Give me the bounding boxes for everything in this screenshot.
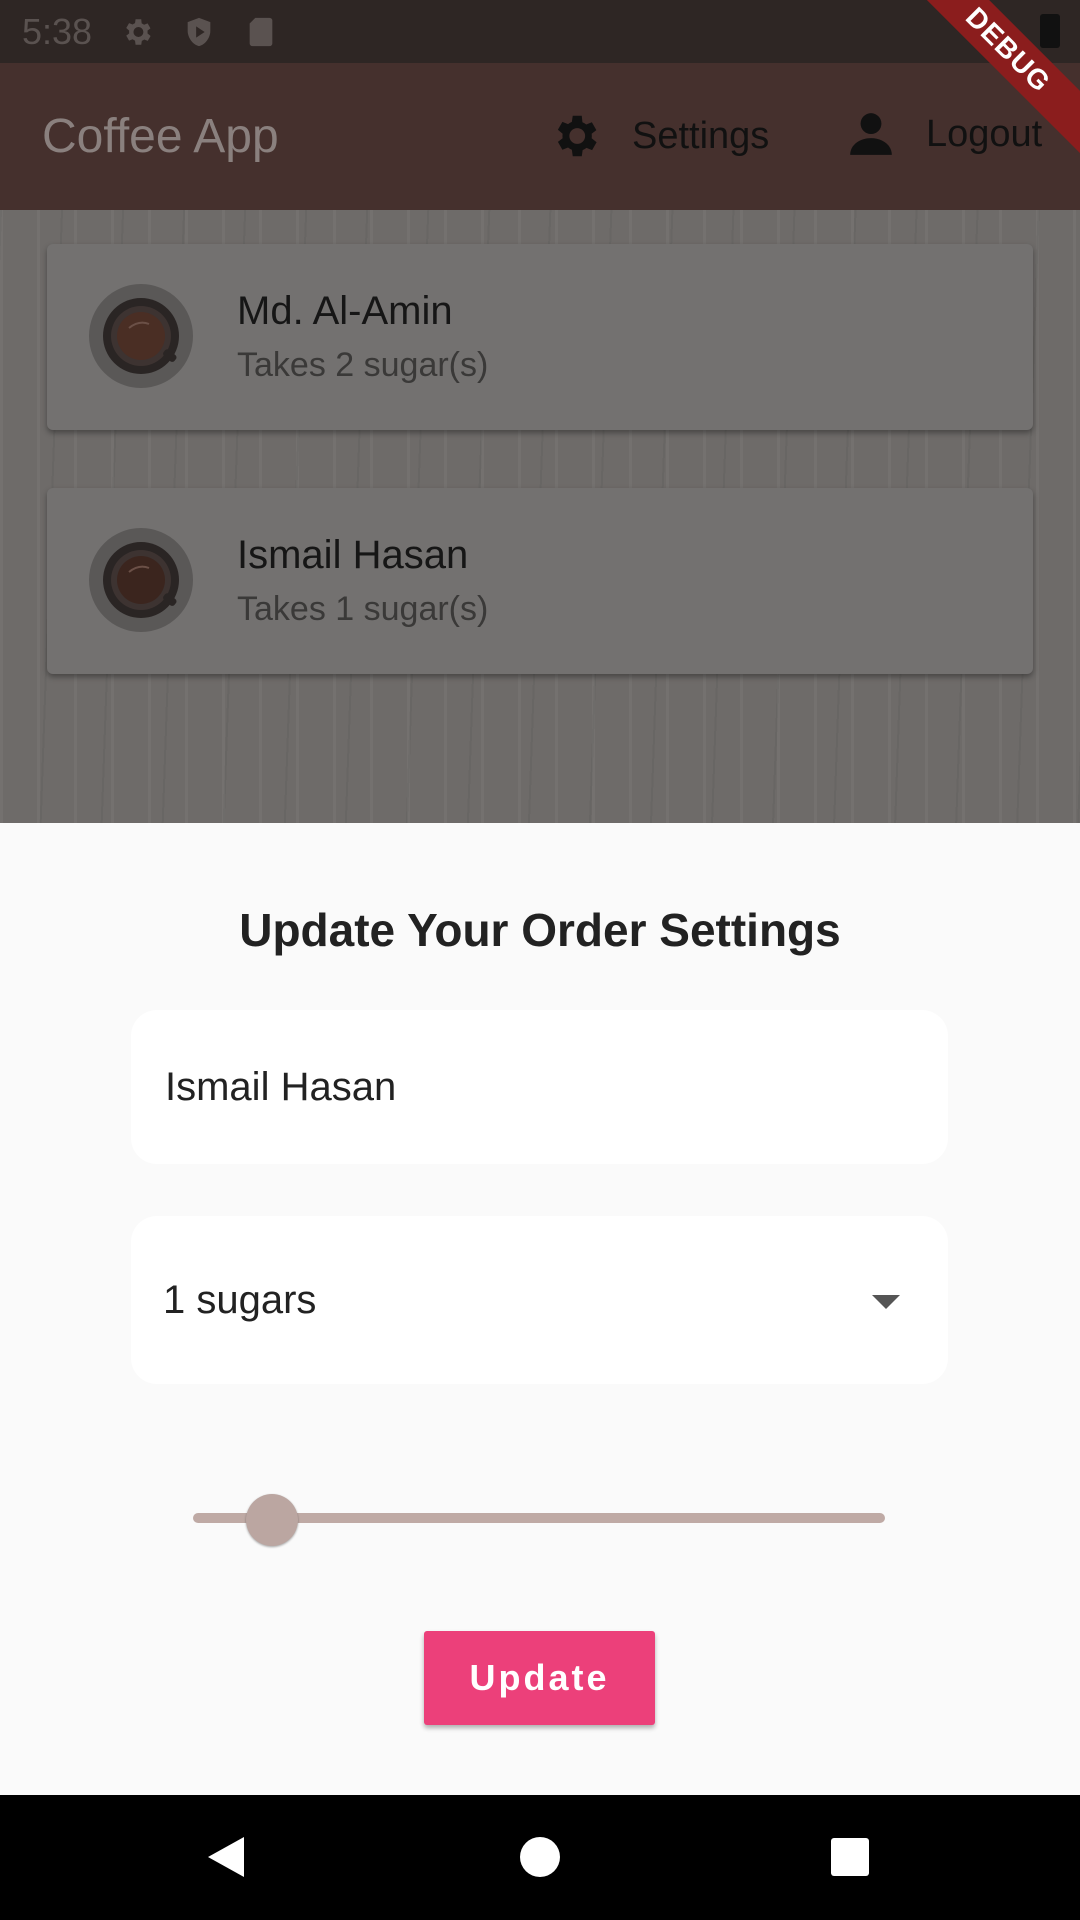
coffee-cup-icon [89, 284, 193, 388]
gear-icon [120, 15, 154, 49]
back-icon[interactable] [204, 1833, 248, 1886]
battery-icon [1040, 14, 1060, 48]
brew-name: Md. Al-Amin [237, 289, 453, 333]
shield-play-icon [182, 15, 216, 49]
brew-sugars: Takes 1 sugar(s) [237, 590, 489, 628]
gear-icon [557, 115, 597, 157]
logout-button[interactable]: Logout [846, 109, 1042, 159]
sheet-title: Update Your Order Settings [239, 904, 841, 956]
strength-slider[interactable] [193, 1494, 885, 1546]
sd-card-icon [244, 15, 278, 49]
sugars-value: 1 sugars [163, 1277, 317, 1322]
app-bar: Coffee App Settings Logout [0, 63, 1080, 210]
logout-label: Logout [926, 112, 1043, 155]
status-bar: 5:38 [0, 0, 1080, 63]
status-time: 5:38 [22, 10, 93, 52]
list-item[interactable]: Md. Al-Amin Takes 2 sugar(s) [47, 244, 1033, 430]
name-input[interactable] [163, 1063, 907, 1111]
dropdown-arrow-icon [872, 1295, 900, 1309]
recents-icon[interactable] [828, 1833, 872, 1886]
settings-label: Settings [632, 114, 770, 157]
coffee-cup-icon [89, 528, 193, 632]
list-item[interactable]: Ismail Hasan Takes 1 sugar(s) [47, 488, 1033, 674]
slider-thumb[interactable] [246, 1494, 298, 1546]
update-button[interactable]: Update [424, 1631, 655, 1725]
settings-sheet: Update Your Order Settings 1 sugars Upda… [0, 823, 1080, 1795]
brew-name: Ismail Hasan [237, 533, 469, 577]
app-title: Coffee App [42, 110, 279, 163]
settings-button[interactable]: Settings [548, 109, 769, 163]
sugars-dropdown[interactable]: 1 sugars [131, 1216, 948, 1384]
name-field[interactable] [131, 1010, 948, 1164]
brew-list: Md. Al-Amin Takes 2 sugar(s) Ismail Hasa… [0, 210, 1080, 823]
system-nav-bar [0, 1795, 1080, 1920]
home-icon[interactable] [518, 1833, 562, 1886]
person-icon [850, 113, 892, 155]
brew-sugars: Takes 2 sugar(s) [237, 346, 489, 384]
